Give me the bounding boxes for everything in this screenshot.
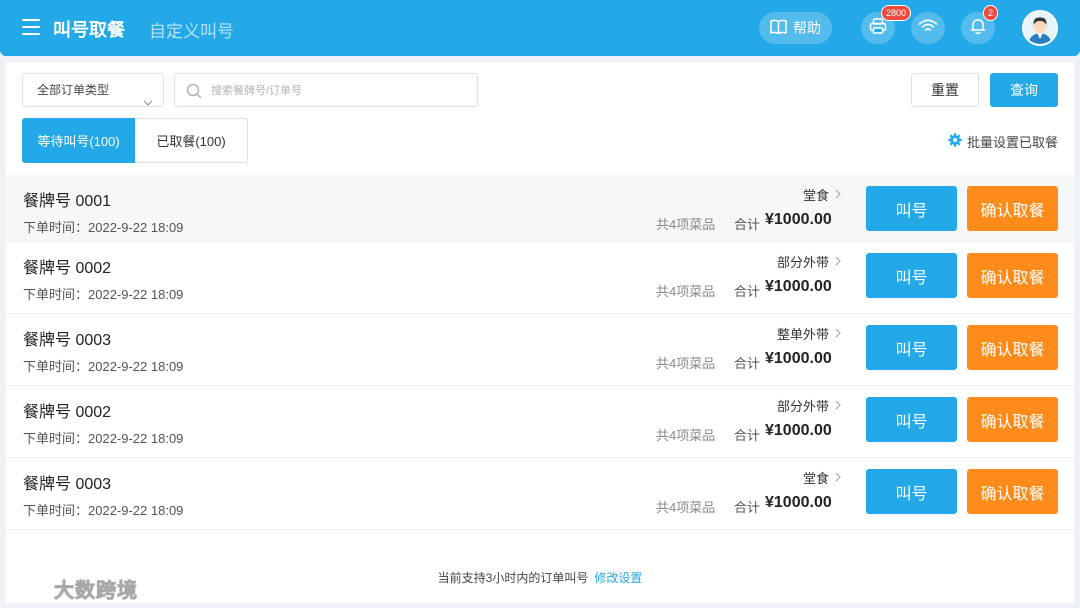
order-type-label: 部分外带 [776,399,829,414]
order-type-link[interactable]: 部分外带 [777,252,841,271]
watermark-text: 大数跨境 [54,579,138,602]
order-type-link[interactable]: 堂食 [803,468,841,487]
order-time: 下单时间：2022-9-22 18:09 [23,359,184,374]
main-panel: 全部订单类型 重置 查询 等待叫号(100) 已取餐(100) 批量设置已取餐 … [6,62,1074,603]
order-row: 餐牌号 0002 下单时间：2022-9-22 18:09 部分外带 共4项菜品… [6,242,1074,314]
confirm-pickup-button[interactable]: 确认取餐 [967,469,1058,514]
total-amount: ¥1000.00 [765,422,832,439]
menu-icon[interactable] [22,19,40,35]
notification-badge: 2 [983,5,999,21]
total-amount: ¥1000.00 [765,278,832,295]
order-number: 餐牌号 0003 [23,332,112,349]
chevron-right-icon [835,398,841,413]
call-button[interactable]: 叫号 [866,253,957,298]
order-time: 下单时间：2022-9-22 18:09 [23,287,184,302]
search-box[interactable] [174,73,478,107]
order-type-link[interactable]: 部分外带 [777,396,841,415]
order-type-label: 部分外带 [776,255,829,270]
help-label: 帮助 [793,20,821,36]
call-button[interactable]: 叫号 [866,186,957,231]
chevron-right-icon [835,187,841,202]
top-nav-bar: 叫号取餐 自定义叫号 帮助 2800 2 [0,0,1080,56]
order-type-link[interactable]: 整单外带 [777,324,841,343]
order-row: 餐牌号 0003 下单时间：2022-9-22 18:09 整单外带 共4项菜品… [6,314,1074,386]
total-label: 合计 [734,500,761,515]
chevron-right-icon [835,470,841,485]
item-count: 共4项菜品 [656,500,716,515]
watermark-logo-icon [6,572,50,604]
watermark: 大数跨境 [6,572,138,604]
gear-icon [948,133,962,150]
item-count: 共4项菜品 [656,284,716,299]
chevron-right-icon [835,254,841,269]
confirm-pickup-button[interactable]: 确认取餐 [967,325,1058,370]
order-number: 餐牌号 0002 [23,260,112,277]
total-label: 合计 [734,356,761,371]
order-list: 餐牌号 0001 下单时间：2022-9-22 18:09 堂食 共4项菜品 合… [6,175,1074,530]
confirm-pickup-button[interactable]: 确认取餐 [967,397,1058,442]
order-type-link[interactable]: 堂食 [803,185,841,204]
total-amount: ¥1000.00 [765,350,832,367]
query-button[interactable]: 查询 [990,73,1058,107]
call-button[interactable]: 叫号 [866,469,957,514]
batch-set-picked-button[interactable]: 批量设置已取餐 [948,132,1058,151]
confirm-pickup-button[interactable]: 确认取餐 [967,253,1058,298]
order-time: 下单时间：2022-9-22 18:09 [23,431,184,446]
modify-settings-link[interactable]: 修改设置 [594,571,642,585]
order-type-label: 整单外带 [776,327,829,342]
reset-button[interactable]: 重置 [911,73,979,107]
wifi-icon [918,18,938,39]
order-row: 餐牌号 0003 下单时间：2022-9-22 18:09 堂食 共4项菜品 合… [6,458,1074,530]
avatar[interactable] [1022,10,1058,46]
order-type-label: 堂食 [802,188,829,203]
footer-text: 当前支持3小时内的订单叫号 [437,571,589,585]
total-amount: ¥1000.00 [765,494,832,511]
order-type-value: 全部订单类型 [37,83,110,97]
search-input[interactable] [211,81,461,101]
item-count: 共4项菜品 [656,428,716,443]
order-time: 下单时间：2022-9-22 18:09 [23,220,184,235]
order-number: 餐牌号 0002 [23,404,112,421]
confirm-pickup-button[interactable]: 确认取餐 [967,186,1058,231]
notification-button[interactable]: 2 [961,5,999,44]
search-icon [186,83,202,104]
tab-waiting[interactable]: 等待叫号(100) [22,118,135,163]
batch-label: 批量设置已取餐 [966,135,1058,150]
call-button[interactable]: 叫号 [866,325,957,370]
order-type-select[interactable]: 全部订单类型 [22,73,164,107]
order-type-label: 堂食 [802,471,829,486]
book-icon [770,19,787,38]
bell-icon [970,17,986,40]
total-label: 合计 [734,217,761,232]
tab-picked-up[interactable]: 已取餐(100) [135,118,248,163]
footer-note: 当前支持3小时内的订单叫号 修改设置 [6,569,1074,586]
order-time: 下单时间：2022-9-22 18:09 [23,503,184,518]
order-row: 餐牌号 0002 下单时间：2022-9-22 18:09 部分外带 共4项菜品… [6,386,1074,458]
chevron-down-icon [143,86,153,118]
call-button[interactable]: 叫号 [866,397,957,442]
total-label: 合计 [734,284,761,299]
wifi-button[interactable] [911,12,945,44]
tab-call-pickup[interactable]: 叫号取餐 [53,16,125,42]
chevron-right-icon [835,326,841,341]
order-number: 餐牌号 0001 [23,193,112,210]
total-amount: ¥1000.00 [765,211,832,228]
item-count: 共4项菜品 [656,356,716,371]
status-tabs: 等待叫号(100) 已取餐(100) [22,118,248,163]
tab-custom-call[interactable]: 自定义叫号 [149,17,234,42]
total-label: 合计 [734,428,761,443]
help-button[interactable]: 帮助 [759,12,832,44]
order-row: 餐牌号 0001 下单时间：2022-9-22 18:09 堂食 共4项菜品 合… [6,175,1074,242]
printer-button[interactable]: 2800 [861,5,912,44]
order-number: 餐牌号 0003 [23,476,112,493]
printer-badge: 2800 [881,5,912,21]
item-count: 共4项菜品 [656,217,716,232]
